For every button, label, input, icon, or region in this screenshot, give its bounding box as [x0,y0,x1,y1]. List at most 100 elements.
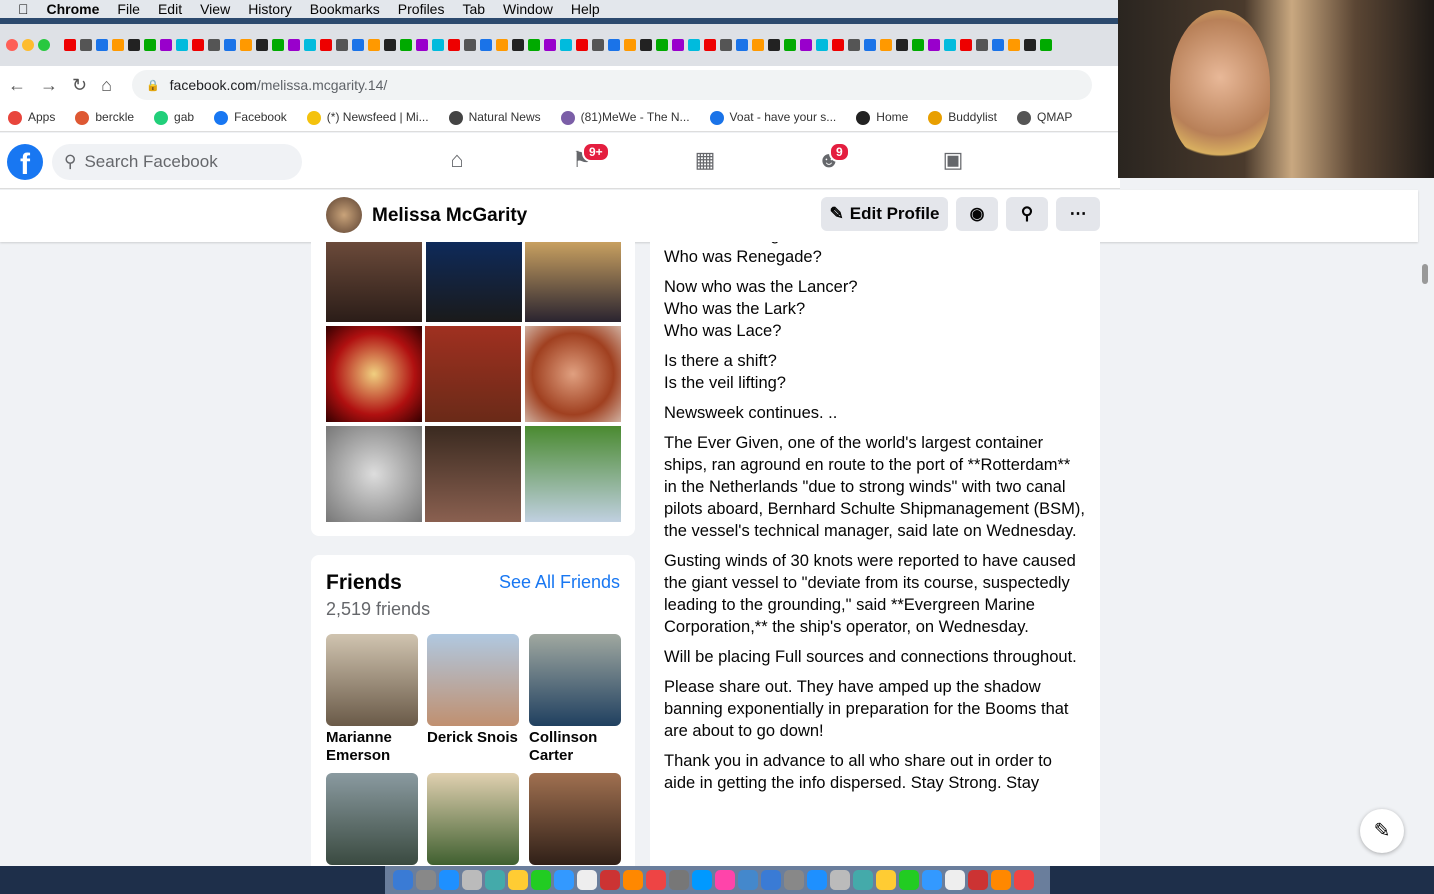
tab-favicon[interactable] [880,39,892,51]
friend-photo[interactable] [326,773,418,865]
friend-photo[interactable] [326,634,418,726]
minimize-window-button[interactable] [22,39,34,51]
photo[interactable] [326,242,422,322]
menu-help[interactable]: Help [571,1,600,17]
tab-favicon[interactable] [1008,39,1020,51]
view-as-button[interactable]: ◉ [956,197,998,231]
tab-favicon[interactable] [800,39,812,51]
tab-favicon[interactable] [992,39,1004,51]
photo[interactable] [426,242,522,322]
photo[interactable] [425,326,521,422]
friend-name[interactable]: Collinson Carter [529,729,625,765]
tab-favicon[interactable] [448,39,460,51]
friend-name[interactable]: Derick Snois [427,729,527,747]
tab-favicon[interactable] [480,39,492,51]
dock-app-icon[interactable] [439,870,459,890]
photo[interactable] [425,426,521,522]
close-window-button[interactable] [6,39,18,51]
tab-favicon[interactable] [640,39,652,51]
tab-favicon[interactable] [720,39,732,51]
tab-favicon[interactable] [208,39,220,51]
dock-app-icon[interactable] [738,870,758,890]
bookmark-item[interactable]: gab [154,110,194,125]
tab-favicon[interactable] [432,39,444,51]
tab-favicon[interactable] [672,39,684,51]
dock-app-icon[interactable] [807,870,827,890]
bookmark-item[interactable]: (81)MeWe - The N... [560,110,690,125]
bookmark-item[interactable]: Home [856,110,908,125]
tab-favicon[interactable] [416,39,428,51]
tab-favicon[interactable] [368,39,380,51]
friend-photo[interactable] [427,634,519,726]
tab-favicon[interactable] [352,39,364,51]
tab-favicon[interactable] [704,39,716,51]
see-all-friends-link[interactable]: See All Friends [499,572,620,593]
pinned-tabs[interactable] [64,39,1052,51]
dock-app-icon[interactable] [646,870,666,890]
bookmark-item[interactable]: berckle [75,110,134,125]
new-message-button[interactable]: ✎ [1360,809,1404,853]
dock-app-icon[interactable] [761,870,781,890]
tab-favicon[interactable] [608,39,620,51]
bookmark-item[interactable]: (*) Newsfeed | Mi... [306,110,429,125]
dock-app-icon[interactable] [508,870,528,890]
menu-window[interactable]: Window [503,1,553,17]
tab-favicon[interactable] [160,39,172,51]
tab-favicon[interactable] [544,39,556,51]
tab-favicon[interactable] [272,39,284,51]
tab-favicon[interactable] [64,39,76,51]
avatar[interactable] [326,197,362,233]
tab-favicon[interactable] [688,39,700,51]
dock-app-icon[interactable] [669,870,689,890]
search-profile-button[interactable]: ⚲ [1006,197,1048,231]
dock-app-icon[interactable] [922,870,942,890]
dock-app-icon[interactable] [462,870,482,890]
dock-app-icon[interactable] [600,870,620,890]
tab-favicon[interactable] [928,39,940,51]
tab-favicon[interactable] [496,39,508,51]
tab-favicon[interactable] [336,39,348,51]
dock-app-icon[interactable] [577,870,597,890]
dock-app-icon[interactable] [554,870,574,890]
tab-favicon[interactable] [576,39,588,51]
tab-favicon[interactable] [944,39,956,51]
dock-app-icon[interactable] [1014,870,1034,890]
tab-favicon[interactable] [784,39,796,51]
tab-favicon[interactable] [128,39,140,51]
bookmark-item[interactable]: Facebook [214,110,287,125]
tab-favicon[interactable] [736,39,748,51]
menu-history[interactable]: History [248,1,292,17]
menu-file[interactable]: File [117,1,140,17]
profile-name[interactable]: Melissa McGarity [372,205,527,227]
tab-favicon[interactable] [176,39,188,51]
photo[interactable] [525,242,621,322]
tab-favicon[interactable] [832,39,844,51]
nav-groups[interactable]: ☻ 9 [814,142,850,177]
tab-favicon[interactable] [848,39,860,51]
tab-favicon[interactable] [384,39,396,51]
tab-favicon[interactable] [816,39,828,51]
dock-app-icon[interactable] [991,870,1011,890]
reload-icon[interactable]: ↻ [72,75,87,96]
tab-favicon[interactable] [96,39,108,51]
tab-favicon[interactable] [144,39,156,51]
apple-icon[interactable]:  [18,1,29,17]
tab-favicon[interactable] [80,39,92,51]
address-bar[interactable]: 🔒 facebook.com/melissa.mcgarity.14/ [131,70,1092,100]
dock-app-icon[interactable] [830,870,850,890]
photo[interactable] [326,326,422,422]
facebook-logo[interactable]: f [7,144,43,181]
dock-app-icon[interactable] [715,870,735,890]
bookmark-item[interactable]: QMAP [1017,110,1072,125]
edit-profile-button[interactable]: ✎ Edit Profile [821,197,948,231]
tab-favicon[interactable] [752,39,764,51]
dock-app-icon[interactable] [968,870,988,890]
tab-favicon[interactable] [864,39,876,51]
tab-favicon[interactable] [528,39,540,51]
tab-favicon[interactable] [192,39,204,51]
tab-favicon[interactable] [912,39,924,51]
menu-edit[interactable]: Edit [158,1,182,17]
bookmark-item[interactable]: Apps [8,110,55,125]
photo[interactable] [326,426,422,522]
more-button[interactable]: ⋯ [1056,197,1100,231]
